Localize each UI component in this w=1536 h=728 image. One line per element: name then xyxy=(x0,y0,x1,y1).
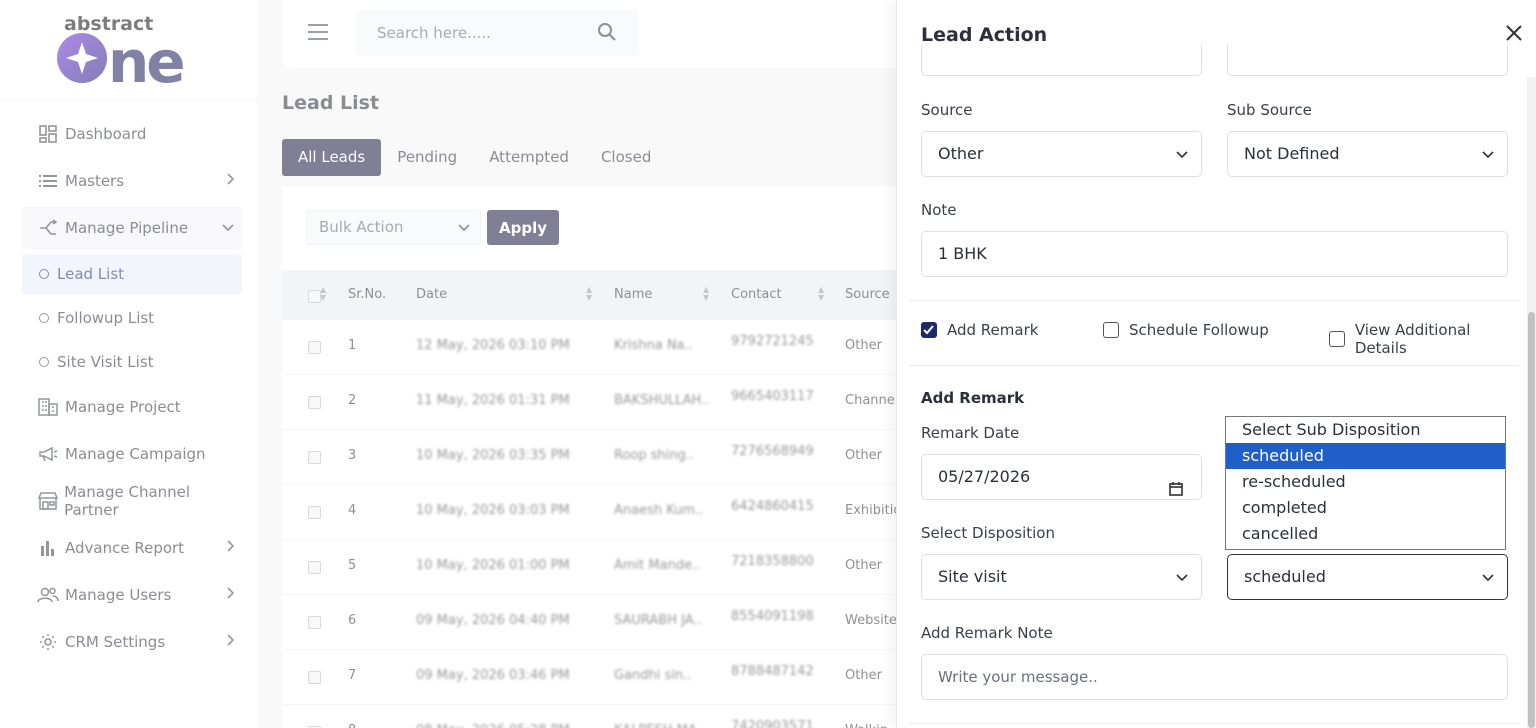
add-remark-heading: Add Remark xyxy=(921,389,1025,407)
remark-note-placeholder: Write your message.. xyxy=(938,668,1098,686)
source-select[interactable]: Other xyxy=(921,131,1202,177)
schedule-followup-checkbox[interactable]: Schedule Followup xyxy=(1103,321,1269,339)
hidden-field-top-left[interactable] xyxy=(921,45,1202,76)
checkbox-checked-icon xyxy=(921,322,937,338)
view-additional-details-check-label: View Additional Details xyxy=(1354,321,1471,357)
hidden-field-top-right[interactable] xyxy=(1227,45,1508,76)
remark-date-label: Remark Date xyxy=(921,424,1020,442)
scrollbar-thumb[interactable] xyxy=(1528,312,1535,728)
overlay-backdrop[interactable] xyxy=(0,0,896,728)
dropdown-option[interactable]: scheduled xyxy=(1226,443,1505,469)
divider xyxy=(909,300,1519,301)
calendar-icon[interactable] xyxy=(1169,469,1183,513)
dropdown-option[interactable]: re-scheduled xyxy=(1226,469,1505,495)
note-label: Note xyxy=(921,201,957,219)
sub-disposition-select[interactable]: scheduled xyxy=(1227,554,1508,600)
source-label: Source xyxy=(921,101,973,119)
chevron-down-icon xyxy=(1482,132,1494,176)
drawer-title: Lead Action xyxy=(921,24,1048,46)
sub-source-select[interactable]: Not Defined xyxy=(1227,131,1508,177)
divider xyxy=(909,365,1519,366)
schedule-followup-check-label: Schedule Followup xyxy=(1129,321,1269,339)
checkbox-icon xyxy=(1103,322,1119,338)
view-additional-details-checkbox[interactable]: View Additional Details xyxy=(1329,321,1525,357)
remark-note-input[interactable]: Write your message.. xyxy=(921,654,1508,700)
divider xyxy=(909,723,1519,724)
sub-source-value: Not Defined xyxy=(1244,144,1340,163)
chevron-down-icon xyxy=(1176,555,1188,599)
lead-action-drawer: Lead Action Source Sub Source Other Not … xyxy=(896,0,1536,728)
drawer-scrollbar[interactable] xyxy=(1527,77,1536,728)
checkbox-icon xyxy=(1329,331,1345,347)
dropdown-option[interactable]: Select Sub Disposition xyxy=(1226,417,1505,443)
close-icon[interactable] xyxy=(1505,24,1525,44)
sub-disposition-dropdown-list: Select Sub Disposition scheduled re-schedu… xyxy=(1225,416,1506,550)
remark-date-input[interactable]: 05/27/2026 xyxy=(921,454,1202,500)
sub-source-label: Sub Source xyxy=(1227,101,1312,119)
sub-disposition-value: scheduled xyxy=(1244,567,1326,586)
disposition-select[interactable]: Site visit xyxy=(921,554,1202,600)
remark-date-value: 05/27/2026 xyxy=(938,467,1031,486)
dropdown-option[interactable]: cancelled xyxy=(1226,521,1505,547)
disposition-label: Select Disposition xyxy=(921,524,1055,542)
source-value: Other xyxy=(938,144,984,163)
drawer-body: Source Sub Source Other Not Defined Note… xyxy=(897,45,1525,728)
remark-note-label: Add Remark Note xyxy=(921,624,1053,642)
add-remark-check-label: Add Remark xyxy=(947,321,1039,339)
note-field[interactable]: 1 BHK xyxy=(921,231,1508,277)
dropdown-option[interactable]: completed xyxy=(1226,495,1505,521)
add-remark-checkbox[interactable]: Add Remark xyxy=(921,321,1038,339)
note-value: 1 BHK xyxy=(938,244,987,263)
chevron-down-icon xyxy=(1176,132,1188,176)
chevron-down-icon xyxy=(1482,555,1494,599)
disposition-value: Site visit xyxy=(938,567,1007,586)
